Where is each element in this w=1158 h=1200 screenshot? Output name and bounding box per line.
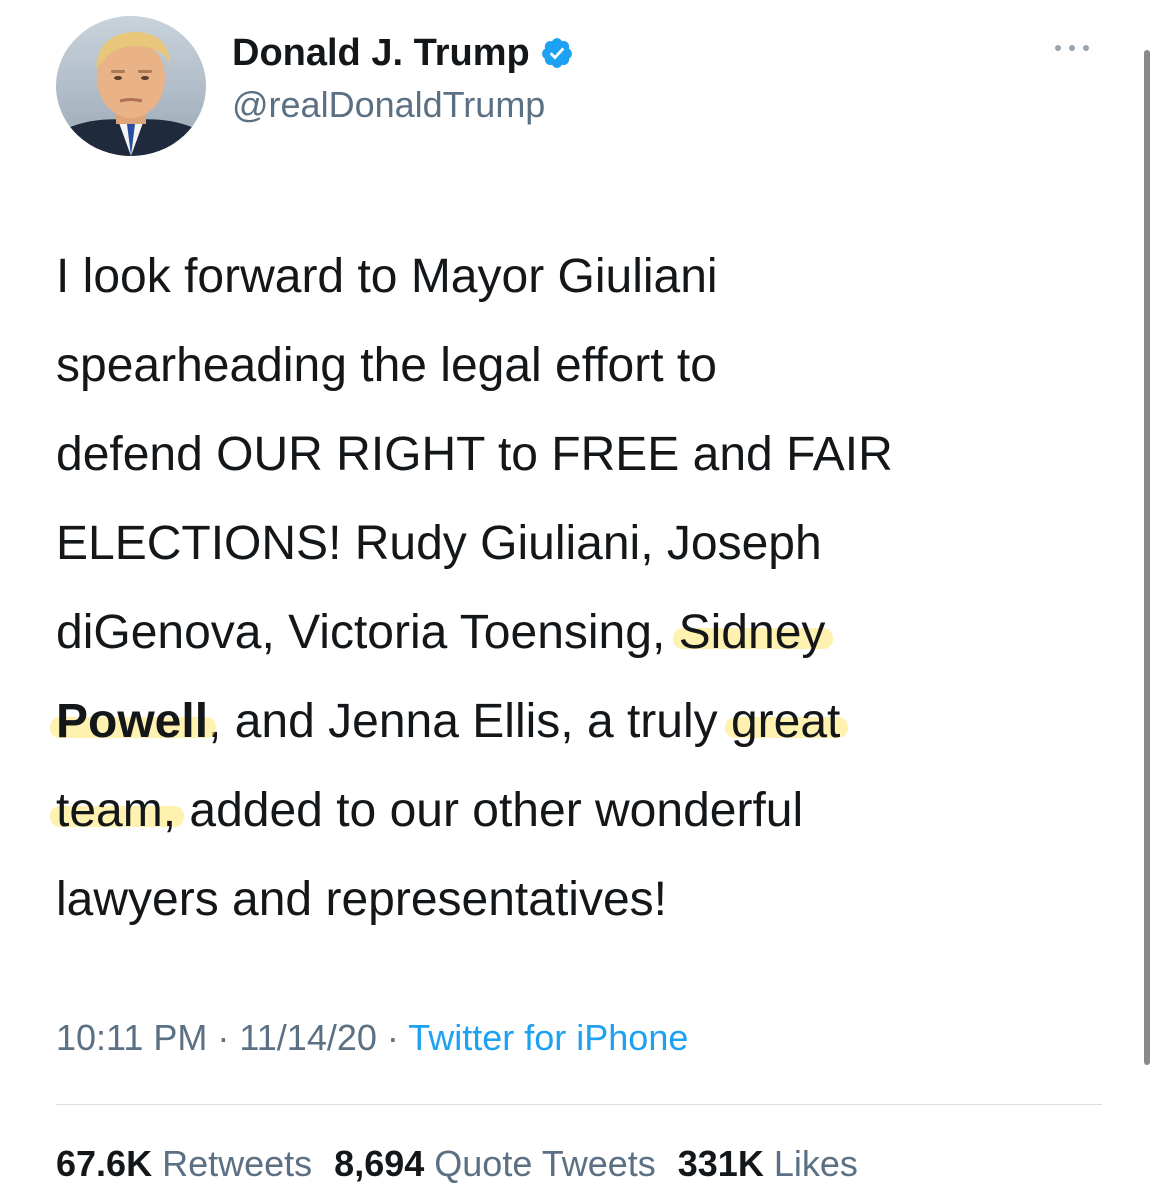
author-name-row[interactable]: Donald J. Trump [232,30,574,76]
highlighted-text: Sidney [678,606,826,659]
scrollbar[interactable] [1144,50,1150,1065]
tweet-line: lawyers and representatives! [56,855,1116,944]
more-dots-icon[interactable] [1052,38,1092,58]
retweets-count: 67.6K [56,1143,153,1184]
tweet-meta: 10:11 PM · 11/14/20 · Twitter for iPhone [56,1014,688,1062]
retweets-stat[interactable]: 67.6K Retweets [56,1143,312,1184]
tweet-text-segment: lawyers and representatives! [56,873,667,926]
meta-separator: · [376,1017,409,1058]
tweet-card: Donald J. Trump @realDonaldTrump I look … [0,0,1158,1200]
likes-count: 331K [677,1143,764,1184]
meta-separator: · [207,1017,240,1058]
quotes-stat[interactable]: 8,694 Quote Tweets [334,1143,656,1184]
highlighted-text: great [730,695,841,748]
author-display-name[interactable]: Donald J. Trump [232,30,530,76]
highlighted-text: Powell [56,695,209,748]
tweet-header: Donald J. Trump @realDonaldTrump [56,16,1116,156]
tweet-text-segment: , and Jenna Ellis, a truly [208,695,731,748]
avatar[interactable] [56,16,206,156]
tweet-line: diGenova, Victoria Toensing, Sidney [56,588,1116,677]
tweet-source-link[interactable]: Twitter for iPhone [408,1017,688,1058]
tweet-text-segment: I look forward to Mayor Giuliani [56,250,718,303]
tweet-text-segment: diGenova, Victoria Toensing, [56,606,679,659]
tweet-line: Powell, and Jenna Ellis, a truly great [56,677,1116,766]
tweet-text-segment: spearheading the legal effort to [56,339,717,392]
quotes-count: 8,694 [334,1143,425,1184]
tweet-text: I look forward to Mayor Giuliani spearhe… [56,232,1116,944]
retweets-label: Retweets [162,1143,313,1184]
tweet-line: team, added to our other wonderful [56,766,1116,855]
tweet-text-segment: ELECTIONS! Rudy Giuliani, Joseph [56,517,822,570]
verified-badge-icon [541,38,572,68]
divider [56,1104,1102,1105]
tweet-line: defend OUR RIGHT to FREE and FAIR [56,410,1116,499]
likes-label: Likes [773,1143,858,1184]
likes-stat[interactable]: 331K Likes [678,1143,858,1184]
tweet-line: ELECTIONS! Rudy Giuliani, Joseph [56,499,1116,588]
tweet-text-segment: defend OUR RIGHT to FREE and FAIR [56,428,893,481]
author-handle[interactable]: @realDonaldTrump [232,82,574,128]
tweet-date[interactable]: 11/14/20 [239,1017,376,1058]
tweet-stats: 67.6K Retweets 8,694 Quote Tweets 331K Lik… [56,1140,858,1188]
tweet-line: spearheading the legal effort to [56,321,1116,410]
tweet-text-segment: added to our other wonderful [176,784,804,837]
author-names: Donald J. Trump @realDonaldTrump [232,30,574,128]
profile-photo-icon [56,16,206,156]
quotes-label: Quote Tweets [434,1143,656,1184]
tweet-time[interactable]: 10:11 PM [56,1017,207,1058]
tweet-line: I look forward to Mayor Giuliani [56,232,1116,321]
highlighted-text: team, [56,784,177,837]
